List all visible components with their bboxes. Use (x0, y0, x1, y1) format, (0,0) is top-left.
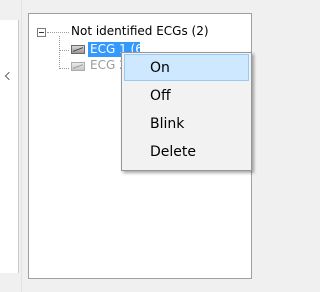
tree-connector-line (59, 36, 60, 69)
menu-item-blink[interactable]: Blink (124, 110, 249, 137)
collapse-toggle-icon[interactable] (37, 28, 46, 37)
context-menu: On Off Blink Delete (121, 52, 252, 171)
ecg-icon (71, 62, 85, 71)
ecg-tree-window: Not identified ECGs (2) ECG 1 (6) ECG 2 … (0, 0, 263, 292)
collapse-arrow-icon[interactable] (4, 71, 14, 81)
left-panel (0, 20, 19, 273)
tree-connector-line (59, 50, 69, 51)
panel-splitter[interactable] (21, 0, 22, 292)
ecg-icon (71, 45, 85, 54)
tree-connector-line (47, 32, 69, 33)
menu-item-on[interactable]: On (124, 54, 249, 81)
menu-item-off[interactable]: Off (124, 82, 249, 109)
tree-connector-line (59, 68, 69, 69)
tree-root-label[interactable]: Not identified ECGs (2) (71, 23, 209, 39)
menu-item-delete[interactable]: Delete (124, 138, 249, 165)
